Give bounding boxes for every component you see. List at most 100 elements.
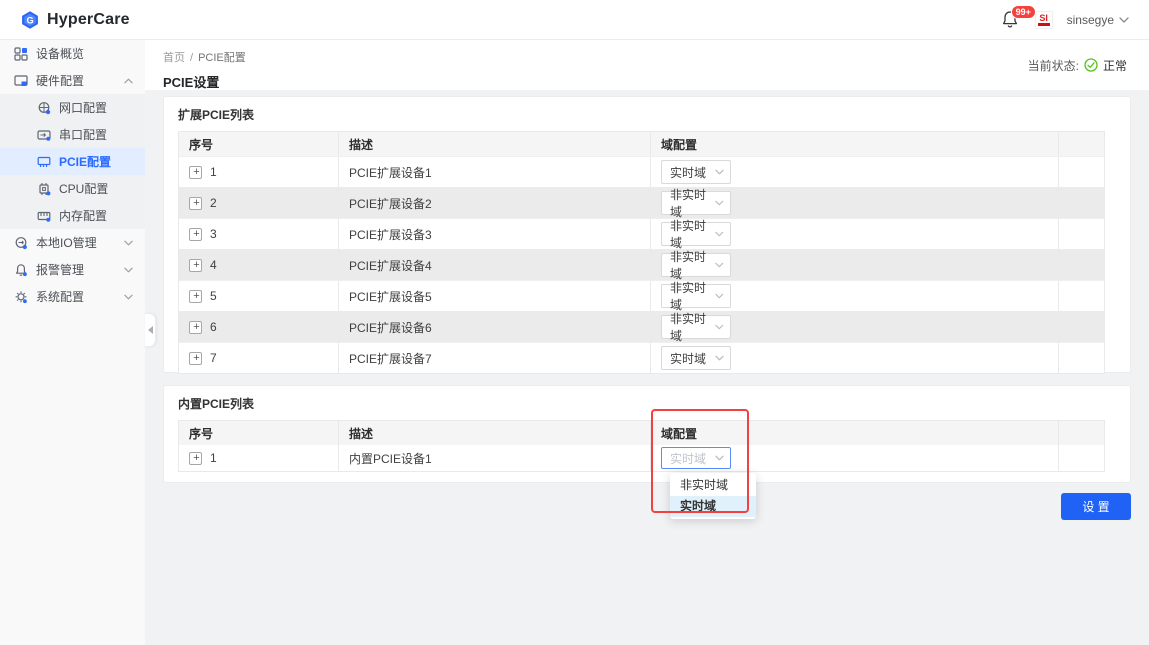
alarm-icon bbox=[16, 263, 27, 276]
status-label: 当前状态: bbox=[1027, 58, 1079, 73]
domain-select-value: 非实时域 bbox=[670, 312, 707, 343]
breadcrumb: 首页 / PCIE配置 bbox=[163, 49, 1129, 65]
domain-select-value: 非实时域 bbox=[670, 250, 707, 281]
domain-select[interactable]: 非实时域 bbox=[661, 250, 731, 281]
expand-icon[interactable] bbox=[189, 351, 203, 365]
sidebar-item-network-port-config[interactable]: 网口配置 bbox=[0, 94, 145, 121]
chevron-down-icon bbox=[715, 293, 724, 299]
domain-select[interactable]: 非实时域 bbox=[661, 312, 731, 343]
sidebar-item-serial-port-config[interactable]: 串口配置 bbox=[0, 121, 145, 148]
domain-select[interactable]: 实时域 bbox=[661, 160, 731, 184]
chevron-down-icon bbox=[715, 355, 724, 361]
notifications-button[interactable]: 99+ bbox=[1001, 4, 1036, 30]
domain-select[interactable]: 非实时域 bbox=[661, 188, 731, 219]
column-header-empty bbox=[1059, 421, 1104, 445]
table-title: 扩展PCIE列表 bbox=[178, 108, 255, 122]
expand-icon[interactable] bbox=[189, 258, 203, 272]
page-header: 首页 / PCIE配置 PCIE设置 当前状态: 正常 bbox=[145, 40, 1149, 90]
sidebar-collapse-handle[interactable] bbox=[145, 313, 156, 347]
sidebar-item-pcie-config[interactable]: PCIE配置 bbox=[0, 148, 145, 175]
sidebar-item-system-config[interactable]: 系统配置 bbox=[0, 283, 145, 310]
row-description: PCIE扩展设备7 bbox=[339, 343, 651, 373]
sidebar-item-label: 内存配置 bbox=[59, 209, 108, 223]
row-index: 3 bbox=[210, 227, 217, 241]
user-avatar[interactable]: SI bbox=[1034, 10, 1053, 29]
domain-select-value: 实时域 bbox=[670, 451, 707, 466]
sidebar-item-label: CPU配置 bbox=[59, 182, 109, 196]
table-row: 4 PCIE扩展设备4 非实时域 bbox=[179, 249, 1104, 281]
sidebar-item-device-overview[interactable]: 设备概览 bbox=[0, 40, 145, 67]
table-header-row: 序号 描述 域配置 bbox=[179, 421, 1104, 445]
sidebar-item-label: 网口配置 bbox=[59, 101, 108, 115]
column-header-index: 序号 bbox=[179, 132, 339, 156]
sidebar-item-label: PCIE配置 bbox=[59, 155, 112, 169]
chevron-down-icon bbox=[715, 324, 724, 330]
row-index: 7 bbox=[210, 351, 217, 365]
chevron-down-icon bbox=[1119, 17, 1129, 23]
sidebar-item-label: 串口配置 bbox=[59, 128, 108, 142]
row-description: PCIE扩展设备1 bbox=[339, 157, 651, 187]
sidebar-item-alarm-management[interactable]: 报警管理 bbox=[0, 256, 145, 283]
domain-select[interactable]: 实时域 bbox=[661, 346, 731, 370]
table-row: 7 PCIE扩展设备7 实时域 bbox=[179, 342, 1104, 373]
user-menu[interactable]: sinsegye bbox=[1067, 13, 1129, 27]
row-description: 内置PCIE设备1 bbox=[339, 445, 651, 471]
domain-select[interactable]: 非实时域 bbox=[661, 281, 731, 312]
expand-icon[interactable] bbox=[189, 196, 203, 210]
sidebar-item-local-io[interactable]: 本地IO管理 bbox=[0, 229, 145, 256]
row-description: PCIE扩展设备6 bbox=[339, 312, 651, 342]
chevron-down-icon bbox=[124, 294, 133, 300]
set-button[interactable]: 设 置 bbox=[1061, 493, 1131, 520]
check-circle-icon bbox=[1084, 58, 1098, 72]
grid-icon bbox=[14, 46, 28, 61]
domain-select-open[interactable]: 实时域 bbox=[661, 447, 731, 469]
breadcrumb-home[interactable]: 首页 bbox=[163, 52, 185, 64]
status-value: 正常 bbox=[1102, 58, 1127, 73]
sidebar-submenu-hardware: 网口配置 串口配置 PCIE配置 CPU配置 内存配置 bbox=[0, 94, 145, 229]
row-description: PCIE扩展设备4 bbox=[339, 250, 651, 280]
chevron-down-icon bbox=[715, 455, 724, 461]
logo-icon: G bbox=[22, 10, 38, 29]
svg-text:G: G bbox=[26, 15, 33, 25]
hardware-icon bbox=[14, 74, 28, 86]
chevron-down-icon bbox=[715, 231, 724, 237]
network-port-icon bbox=[38, 101, 51, 114]
expand-icon[interactable] bbox=[189, 227, 203, 241]
app-title: HyperCare bbox=[47, 10, 130, 28]
expansion-pcie-table: 序号 描述 域配置 1 PCIE扩展设备1 实时域 2 PCIE扩展设备2 bbox=[178, 131, 1105, 374]
column-header-index: 序号 bbox=[179, 421, 339, 445]
serial-port-icon bbox=[37, 129, 51, 141]
domain-select-value: 实时域 bbox=[670, 351, 707, 366]
system-gear-icon bbox=[15, 290, 27, 303]
dropdown-option-non-realtime[interactable]: 非实时域 bbox=[670, 475, 756, 496]
chevron-up-icon bbox=[124, 78, 133, 84]
sidebar-item-memory-config[interactable]: 内存配置 bbox=[0, 202, 145, 229]
local-io-icon bbox=[15, 236, 27, 249]
table-row: 2 PCIE扩展设备2 非实时域 bbox=[179, 187, 1104, 219]
pcie-card-icon bbox=[37, 156, 51, 167]
memory-icon bbox=[37, 211, 51, 222]
sidebar-item-cpu-config[interactable]: CPU配置 bbox=[0, 175, 145, 202]
expand-icon[interactable] bbox=[189, 165, 203, 179]
expand-icon[interactable] bbox=[189, 320, 203, 334]
table-row: 3 PCIE扩展设备3 非实时域 bbox=[179, 218, 1104, 250]
sidebar-item-hardware-config[interactable]: 硬件配置 bbox=[0, 67, 145, 94]
top-bar: G HyperCare 99+ SI sinsegye bbox=[0, 0, 1149, 40]
main-content: 首页 / PCIE配置 PCIE设置 当前状态: 正常 扩展PCIE列表 序号 描述… bbox=[145, 40, 1149, 645]
expansion-pcie-card: 扩展PCIE列表 序号 描述 域配置 1 PCIE扩展设备1 实时域 bbox=[163, 96, 1131, 374]
table-header-row: 序号 描述 域配置 bbox=[179, 132, 1104, 156]
row-description: PCIE扩展设备3 bbox=[339, 219, 651, 249]
dropdown-option-realtime[interactable]: 实时域 bbox=[670, 496, 756, 517]
domain-select-value: 非实时域 bbox=[670, 281, 707, 312]
notification-badge: 99+ bbox=[1010, 4, 1036, 19]
column-header-domain: 域配置 bbox=[651, 421, 1059, 445]
column-header-description: 描述 bbox=[339, 421, 651, 445]
username: sinsegye bbox=[1066, 12, 1114, 27]
builtin-pcie-card: 内置PCIE列表 序号 描述 域配置 1 内置PCIE设备1 bbox=[163, 385, 1131, 519]
column-header-description: 描述 bbox=[339, 132, 651, 156]
column-header-domain: 域配置 bbox=[651, 132, 1059, 156]
domain-select[interactable]: 非实时域 bbox=[661, 219, 731, 250]
expand-icon[interactable] bbox=[189, 289, 203, 303]
expand-icon[interactable] bbox=[189, 451, 203, 465]
domain-select-value: 实时域 bbox=[670, 165, 707, 180]
